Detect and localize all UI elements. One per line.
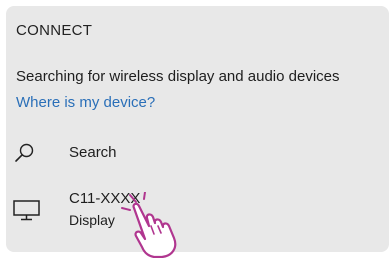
- panel-heading: CONNECT: [16, 22, 93, 39]
- connect-panel: CONNECT Searching for wireless display a…: [6, 6, 389, 252]
- search-label: Search: [69, 144, 117, 161]
- where-is-my-device-link[interactable]: Where is my device?: [16, 94, 155, 111]
- search-icon: [14, 142, 36, 164]
- monitor-icon: [12, 198, 42, 222]
- device-type: Display: [69, 212, 115, 228]
- device-list-item[interactable]: C11-XXXX Display: [12, 188, 252, 238]
- search-button[interactable]: Search: [14, 138, 214, 168]
- search-status-text: Searching for wireless display and audio…: [16, 68, 340, 85]
- device-name: C11-XXXX: [69, 190, 141, 207]
